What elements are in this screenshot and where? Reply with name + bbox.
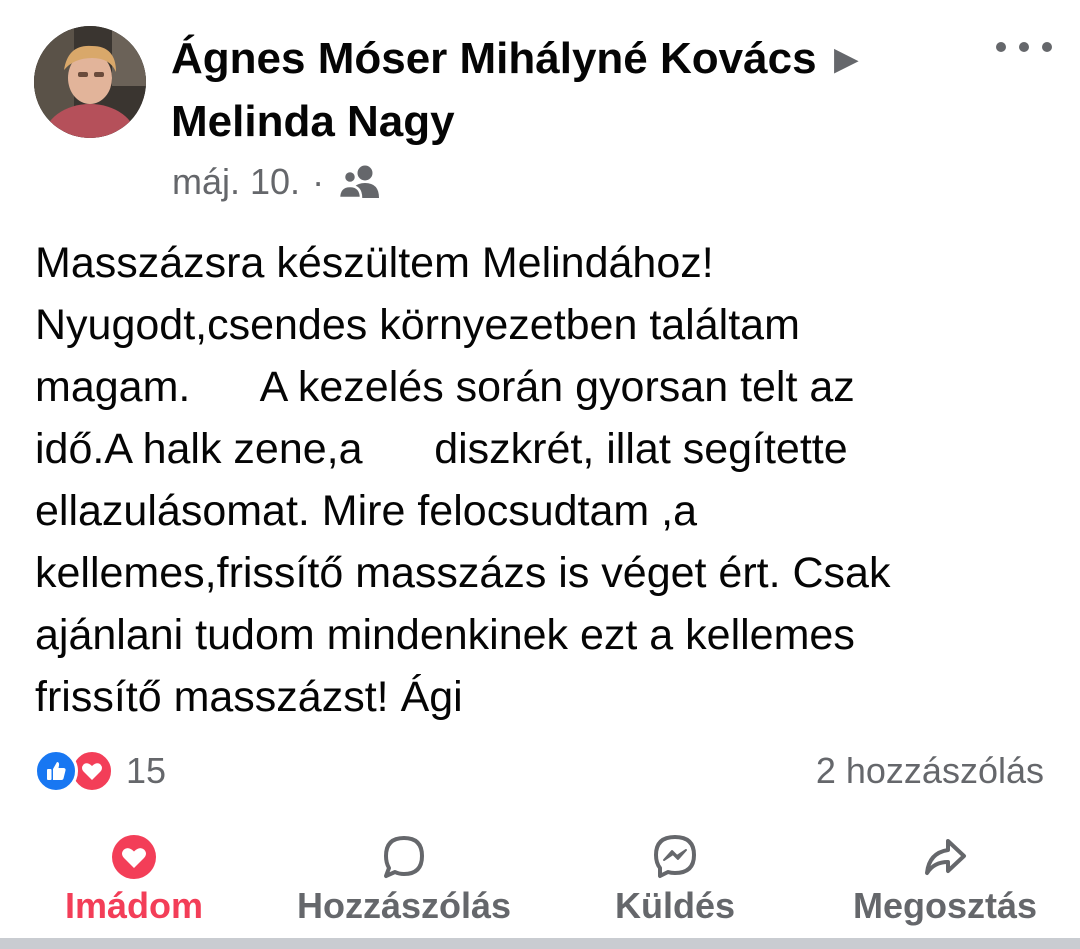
author-avatar[interactable] (34, 26, 146, 138)
friends-icon[interactable] (338, 164, 382, 200)
post-text: Masszázsra készültem Melindához! Nyugodt… (35, 239, 891, 721)
more-dot-icon (1019, 42, 1029, 52)
like-icon (34, 749, 78, 793)
more-dot-icon (1042, 42, 1052, 52)
post-date[interactable]: máj. 10. (172, 161, 300, 203)
love-reaction-button[interactable]: Imádom (60, 828, 208, 928)
avatar-photo (34, 26, 146, 138)
share-icon (921, 828, 969, 886)
comment-button[interactable]: Hozzászólás (290, 828, 518, 928)
share-button[interactable]: Megosztás (846, 828, 1044, 928)
feed-divider (0, 938, 1080, 949)
author-name[interactable]: Ágnes Móser Mihályné Kovács (171, 34, 817, 83)
post-card: Ágnes Móser Mihályné Kovács ▶ Melinda Nag… (0, 0, 1080, 938)
love-reaction-label: Imádom (64, 885, 204, 926)
reaction-count: 15 (126, 750, 167, 791)
more-options-button[interactable] (996, 32, 1052, 62)
messenger-icon (651, 828, 699, 886)
shared-to-arrow-icon: ▶ (834, 43, 858, 76)
comment-icon (380, 828, 428, 886)
share-label: Megosztás (852, 885, 1038, 926)
recipient-name[interactable]: Melinda Nagy (171, 97, 455, 146)
meta-separator: · (312, 161, 325, 202)
comment-label: Hozzászólás (296, 885, 512, 926)
reactions-summary[interactable]: 15 (34, 748, 166, 794)
post-header-names: Ágnes Móser Mihályné Kovács ▶ Melinda Nag… (171, 28, 961, 153)
comments-count-link[interactable]: 2 hozzászólás (816, 750, 1044, 792)
heart-icon (110, 828, 158, 886)
more-dot-icon (996, 42, 1006, 52)
post-meta: máj. 10. · (172, 160, 382, 204)
send-label: Küldés (614, 885, 736, 926)
post-action-bar: Imádom Hozzászólás Küldés Megosztás (0, 828, 1080, 928)
send-button[interactable]: Küldés (614, 828, 736, 928)
